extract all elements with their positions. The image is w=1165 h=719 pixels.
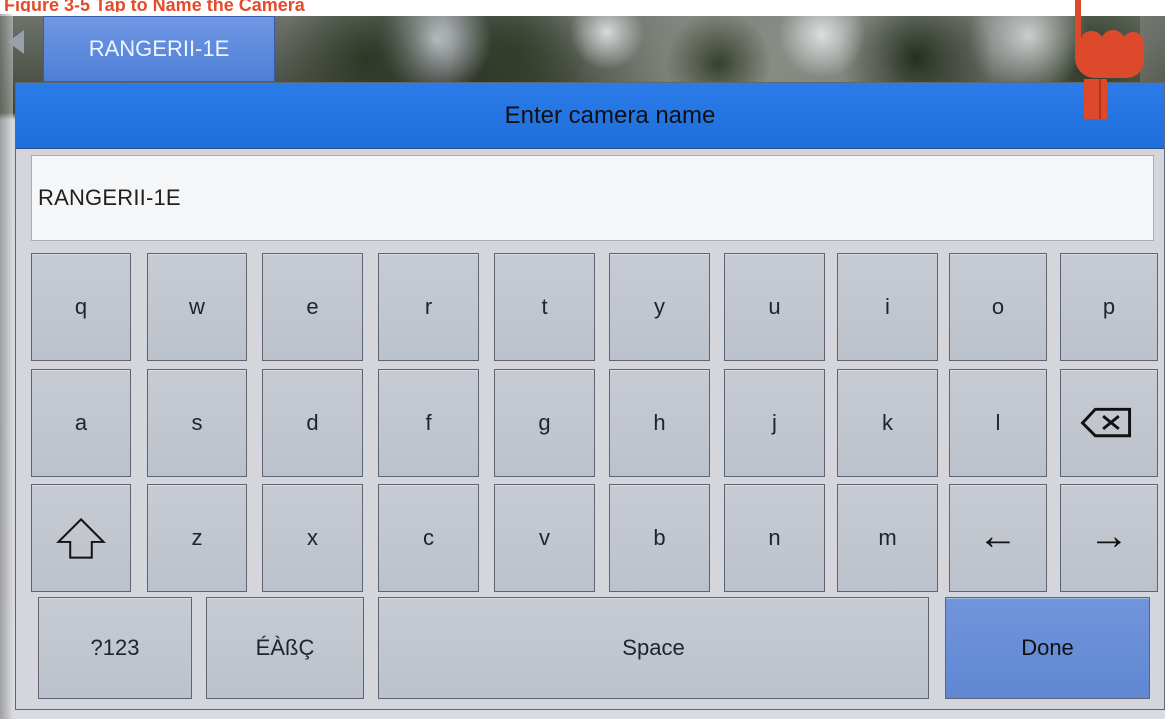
back-arrow-icon[interactable]	[8, 30, 24, 54]
key-w[interactable]: w	[147, 253, 247, 361]
camera-name-dialog: Enter camera name RANGERII-1E q w e r t …	[15, 82, 1165, 710]
screen: Figure 3-5 Tap to Name the Camera RANGER…	[0, 0, 1165, 719]
key-o[interactable]: o	[949, 253, 1047, 361]
key-p[interactable]: p	[1060, 253, 1158, 361]
shift-key[interactable]	[31, 484, 131, 592]
backspace-icon	[1080, 407, 1132, 438]
left-arrow-icon: ←	[978, 514, 1018, 558]
shift-icon	[56, 517, 106, 559]
key-i[interactable]: i	[837, 253, 938, 361]
key-q[interactable]: q	[31, 253, 131, 361]
key-g[interactable]: g	[494, 369, 595, 477]
numbers-key[interactable]: ?123	[38, 597, 192, 699]
done-button[interactable]: Done	[945, 597, 1150, 699]
key-t[interactable]: t	[494, 253, 595, 361]
backspace-key[interactable]	[1060, 369, 1158, 477]
key-v[interactable]: v	[494, 484, 595, 592]
key-y[interactable]: y	[609, 253, 710, 361]
key-b[interactable]: b	[609, 484, 710, 592]
key-h[interactable]: h	[609, 369, 710, 477]
accents-key[interactable]: ÉÀßÇ	[206, 597, 364, 699]
left-arrow-key[interactable]: ←	[949, 484, 1047, 592]
key-a[interactable]: a	[31, 369, 131, 477]
camera-name-tab[interactable]: RANGERII-1E	[43, 16, 275, 82]
key-m[interactable]: m	[837, 484, 938, 592]
key-j[interactable]: j	[724, 369, 825, 477]
left-edge-shadow	[0, 14, 13, 719]
right-arrow-key[interactable]: →	[1060, 484, 1158, 592]
key-d[interactable]: d	[262, 369, 363, 477]
key-x[interactable]: x	[262, 484, 363, 592]
key-e[interactable]: e	[262, 253, 363, 361]
foliage-background	[280, 14, 1140, 87]
key-z[interactable]: z	[147, 484, 247, 592]
key-r[interactable]: r	[378, 253, 479, 361]
key-f[interactable]: f	[378, 369, 479, 477]
key-l[interactable]: l	[949, 369, 1047, 477]
right-arrow-icon: →	[1089, 514, 1129, 558]
pointing-hand-icon	[1075, 0, 1144, 119]
key-k[interactable]: k	[837, 369, 938, 477]
key-s[interactable]: s	[147, 369, 247, 477]
key-n[interactable]: n	[724, 484, 825, 592]
on-screen-keyboard: q w e r t y u i o p a s d f g h j k l z …	[16, 83, 1164, 709]
key-c[interactable]: c	[378, 484, 479, 592]
key-u[interactable]: u	[724, 253, 825, 361]
space-key[interactable]: Space	[378, 597, 929, 699]
figure-caption: Figure 3-5 Tap to Name the Camera	[4, 0, 305, 12]
